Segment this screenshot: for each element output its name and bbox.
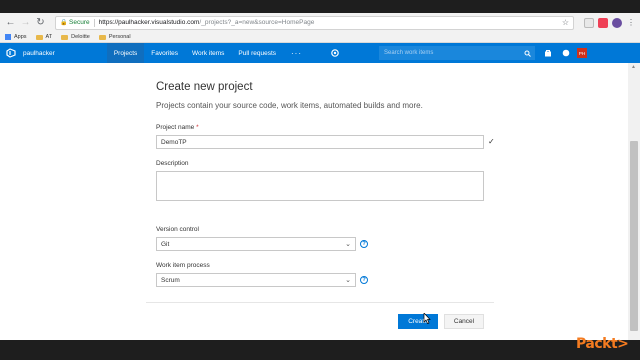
hub-label: Projects bbox=[113, 49, 138, 57]
hub-label: Pull requests bbox=[238, 49, 276, 57]
bookmark-label: AT bbox=[45, 34, 53, 40]
description-textarea[interactable] bbox=[156, 171, 484, 201]
main-content: Create new project Projects contain your… bbox=[0, 63, 628, 340]
browser-window: ← → ↻ 🔒 Secure https://paulhacker.visual… bbox=[0, 13, 640, 340]
vsts-header: paulhacker Projects Favorites Work items… bbox=[0, 43, 640, 63]
process-select[interactable]: Scrum ⌄ bbox=[156, 273, 356, 287]
search-icon bbox=[524, 50, 531, 57]
bookmark-apps[interactable]: Apps bbox=[5, 34, 27, 40]
lock-icon: 🔒 bbox=[60, 19, 68, 26]
secure-label: Secure bbox=[69, 19, 90, 26]
cancel-button[interactable]: Cancel bbox=[444, 314, 484, 329]
checkmark-icon: ✓ bbox=[488, 137, 495, 146]
required-mark: * bbox=[196, 124, 199, 131]
extension-icon[interactable] bbox=[584, 17, 594, 28]
page-title: Create new project bbox=[156, 81, 253, 93]
menu-icon[interactable]: ⋮ bbox=[626, 18, 636, 28]
hub-label: Work items bbox=[192, 49, 225, 57]
video-top-letterbox bbox=[0, 0, 640, 13]
avatar[interactable]: PH bbox=[577, 48, 587, 58]
scroll-up-arrow-icon[interactable]: ▲ bbox=[631, 64, 636, 70]
version-control-select[interactable]: Git ⌄ bbox=[156, 237, 356, 251]
bookmark-label: Deloitte bbox=[71, 34, 90, 40]
video-bottom-letterbox bbox=[0, 340, 640, 360]
profile-extension-icon[interactable] bbox=[612, 17, 622, 28]
bookmarks-bar: Apps AT Deloitte Personal bbox=[0, 32, 640, 43]
back-arrow-icon[interactable]: ← bbox=[4, 16, 17, 29]
version-control-label: Version control bbox=[156, 226, 199, 233]
project-name-value: DemoTP bbox=[161, 138, 187, 146]
bookmark-deloitte[interactable]: Deloitte bbox=[61, 34, 90, 40]
browser-toolbar: ← → ↻ 🔒 Secure https://paulhacker.visual… bbox=[0, 13, 640, 32]
project-name-label: Project name * bbox=[156, 124, 199, 131]
hub-favorites[interactable]: Favorites bbox=[144, 43, 185, 63]
scrollbar-thumb[interactable] bbox=[630, 141, 638, 331]
bookmark-star-icon[interactable]: ☆ bbox=[562, 18, 569, 27]
forward-arrow-icon[interactable]: → bbox=[19, 16, 32, 29]
process-help-icon[interactable]: ? bbox=[360, 276, 368, 284]
bookmark-at[interactable]: AT bbox=[35, 34, 53, 40]
gear-icon[interactable] bbox=[330, 48, 340, 58]
bookmark-label: Apps bbox=[14, 34, 27, 40]
description-label: Description bbox=[156, 160, 189, 167]
version-control-help-icon[interactable]: ? bbox=[360, 240, 368, 248]
folder-icon bbox=[98, 34, 106, 40]
more-hubs-button[interactable]: ··· bbox=[283, 49, 310, 58]
visual-studio-logo-icon[interactable] bbox=[6, 48, 16, 58]
hub-projects[interactable]: Projects bbox=[106, 43, 145, 63]
hub-pull-requests[interactable]: Pull requests bbox=[231, 43, 283, 63]
bookmark-label: Personal bbox=[108, 34, 131, 40]
mouse-cursor-icon bbox=[423, 313, 431, 324]
create-project-dialog: Create new project Projects contain your… bbox=[146, 63, 495, 340]
hub-work-items[interactable]: Work items bbox=[185, 43, 231, 63]
page-scrollbar[interactable]: ▲ bbox=[628, 63, 640, 340]
search-input[interactable]: Search work items bbox=[379, 46, 535, 60]
pocket-extension-icon[interactable] bbox=[598, 17, 608, 28]
version-control-value: Git bbox=[161, 240, 170, 248]
hub-label: Favorites bbox=[151, 49, 179, 57]
search-placeholder: Search work items bbox=[384, 50, 434, 56]
apps-grid-icon bbox=[5, 34, 11, 40]
create-button[interactable]: Create bbox=[398, 314, 438, 329]
reload-icon[interactable]: ↻ bbox=[34, 16, 47, 29]
packt-watermark: Packt> bbox=[576, 336, 629, 352]
page-subtitle: Projects contain your source code, work … bbox=[156, 101, 423, 110]
project-name-label-text: Project name bbox=[156, 124, 195, 131]
chevron-down-icon: ⌄ bbox=[345, 241, 351, 248]
chevron-down-icon: ⌄ bbox=[345, 277, 351, 284]
account-name[interactable]: paulhacker bbox=[23, 50, 55, 57]
process-value: Scrum bbox=[161, 276, 180, 284]
folder-icon bbox=[61, 34, 69, 40]
footer-divider bbox=[146, 302, 494, 303]
process-label: Work item process bbox=[156, 262, 210, 269]
shopping-bag-icon[interactable] bbox=[543, 48, 553, 58]
url-divider bbox=[93, 18, 95, 27]
project-name-input[interactable]: DemoTP bbox=[156, 135, 484, 149]
folder-icon bbox=[35, 34, 43, 40]
address-bar[interactable]: 🔒 Secure https://paulhacker.visualstudio… bbox=[55, 15, 574, 30]
url-host: https://paulhacker.visualstudio.com bbox=[98, 19, 200, 26]
help-icon[interactable] bbox=[561, 48, 571, 58]
url-path: /_projects?_a=new&source=HomePage bbox=[199, 19, 315, 26]
bookmark-personal[interactable]: Personal bbox=[98, 34, 131, 40]
